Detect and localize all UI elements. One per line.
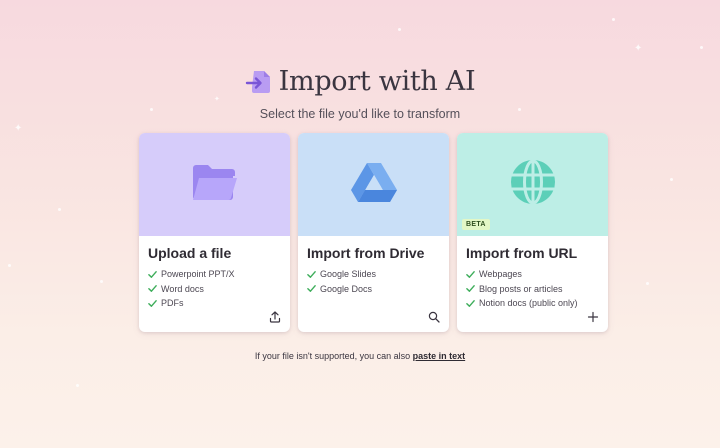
check-icon	[148, 270, 157, 278]
feature-label: Notion docs (public only)	[479, 298, 578, 309]
footer-note: If your file isn't supported, you can al…	[0, 351, 720, 361]
sparkle-dot	[700, 46, 703, 49]
feature-item: Word docs	[148, 282, 281, 297]
paste-in-text-link[interactable]: paste in text	[413, 351, 466, 361]
plus-icon[interactable]	[587, 310, 599, 323]
feature-label: Google Slides	[320, 269, 377, 280]
feature-item: Google Slides	[307, 267, 440, 282]
globe-icon	[509, 158, 557, 211]
check-icon	[307, 270, 316, 278]
folder-icon	[191, 163, 239, 206]
sparkle-icon: ✦	[634, 43, 643, 54]
upload-file-card[interactable]: Upload a file Powerpoint PPT/X Word docs…	[139, 133, 290, 332]
feature-item: Powerpoint PPT/X	[148, 267, 281, 282]
sparkle-dot	[646, 282, 649, 285]
sparkle-dot	[670, 178, 673, 181]
import-url-card[interactable]: BETA Import from URL Webpages Blog posts…	[457, 133, 608, 332]
search-icon[interactable]	[428, 310, 440, 323]
check-icon	[466, 285, 475, 293]
card-title: Import from Drive	[307, 245, 425, 261]
card-title: Upload a file	[148, 245, 232, 261]
import-drive-card[interactable]: Import from Drive Google Slides Google D…	[298, 133, 449, 332]
feature-label: Webpages	[479, 269, 522, 280]
check-icon	[148, 299, 157, 307]
feature-item: Notion docs (public only)	[466, 296, 599, 311]
sparkle-dot	[76, 384, 79, 387]
check-icon	[307, 285, 316, 293]
feature-item: Blog posts or articles	[466, 282, 599, 297]
page-title: Import with AI	[278, 65, 476, 97]
import-options: Upload a file Powerpoint PPT/X Word docs…	[139, 133, 608, 332]
card-illustration	[139, 133, 290, 236]
feature-label: Powerpoint PPT/X	[161, 269, 235, 280]
upload-icon[interactable]	[269, 310, 281, 323]
page-header: Import with AI Select the file you'd lik…	[0, 64, 720, 121]
sparkle-dot	[100, 280, 103, 283]
card-illustration	[298, 133, 449, 236]
feature-item: Webpages	[466, 267, 599, 282]
feature-item: PDFs	[148, 296, 281, 311]
sparkle-icon: ✦	[14, 123, 23, 134]
check-icon	[466, 270, 475, 278]
feature-label: PDFs	[161, 298, 184, 309]
sparkle-dot	[398, 28, 401, 31]
sparkle-dot	[612, 18, 615, 21]
feature-label: Blog posts or articles	[479, 283, 563, 294]
card-title: Import from URL	[466, 245, 578, 261]
page-subtitle: Select the file you'd like to transform	[259, 107, 461, 121]
check-icon	[148, 285, 157, 293]
import-arrow-icon	[245, 67, 273, 95]
beta-badge: BETA	[462, 219, 490, 230]
footer-text: If your file isn't supported, you can al…	[254, 351, 411, 361]
feature-label: Word docs	[161, 283, 204, 294]
feature-item: Google Docs	[307, 282, 440, 297]
sparkle-dot	[8, 264, 11, 267]
check-icon	[466, 299, 475, 307]
feature-label: Google Docs	[320, 283, 373, 294]
card-illustration: BETA	[457, 133, 608, 236]
sparkle-dot	[58, 208, 61, 211]
google-drive-icon	[350, 161, 398, 208]
